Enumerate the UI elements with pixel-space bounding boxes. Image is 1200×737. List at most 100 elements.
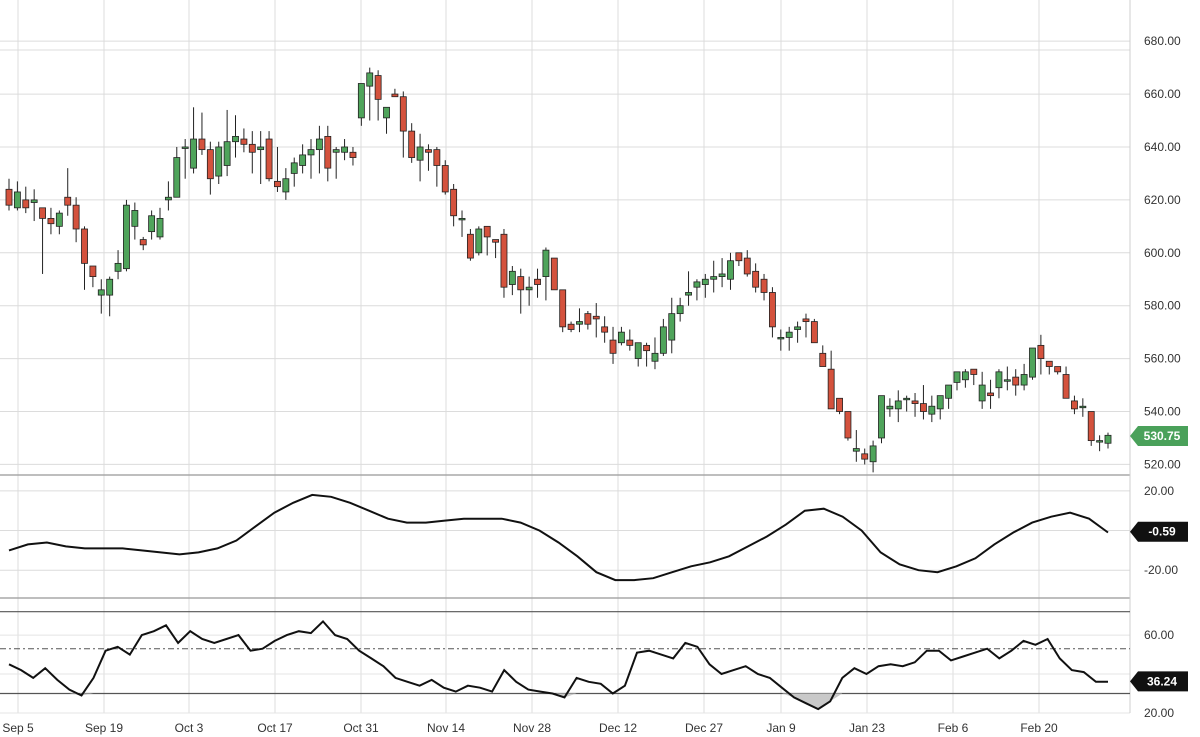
candle-body (760, 278, 768, 293)
candle-body (1020, 374, 1028, 386)
candle-body (1029, 347, 1036, 378)
candle-body (458, 218, 466, 221)
candle-body (332, 149, 340, 153)
candle-body (206, 149, 214, 180)
candle-body (961, 371, 969, 381)
candle-body (953, 371, 961, 383)
candle-body (55, 212, 63, 227)
x-tick-label: Jan 23 (849, 721, 885, 735)
oscillator-last-badge-text: -0.59 (1148, 525, 1176, 539)
candle-body (601, 326, 609, 333)
candle-body (173, 157, 181, 198)
candle-body (810, 321, 818, 344)
candle-body (819, 352, 827, 367)
x-tick-label: Feb 6 (938, 721, 969, 735)
candle-body (416, 146, 424, 161)
candle-body (651, 352, 659, 362)
candle-body (727, 260, 734, 280)
oscillator-panel (8, 493, 1109, 582)
candle-body (559, 289, 567, 328)
candle-body (911, 400, 919, 404)
oscillator-last-badge: -0.59 (1130, 521, 1188, 542)
candle-body (634, 342, 642, 360)
axes-labels: Sep 5 Sep 19 Oct 3 Oct 17 Oct 31 Nov 14 Nov 28… (2, 34, 1181, 735)
price-last-badge-text: 530.75 (1144, 429, 1181, 443)
candle-body (743, 257, 751, 275)
candle-body (47, 218, 55, 225)
y-tick-label: -20.00 (1144, 563, 1178, 577)
candle-body (1045, 360, 1053, 367)
candle-body (290, 162, 298, 174)
candle-body (324, 135, 332, 169)
candle-body (718, 273, 726, 277)
candle-body (1037, 344, 1045, 360)
candle-body (64, 196, 72, 206)
candle-body (794, 326, 802, 330)
y-tick-label: 620.00 (1144, 193, 1181, 207)
candle-body (659, 326, 667, 354)
candle-body (936, 395, 944, 410)
candle-body (735, 252, 743, 262)
y-tick-label: 660.00 (1144, 87, 1181, 101)
candle-body (22, 199, 30, 209)
candle-body (701, 278, 709, 285)
candle-body (836, 397, 843, 412)
candle-body (1096, 440, 1104, 443)
x-tick-label: Feb 20 (1020, 721, 1058, 735)
candle-body (274, 180, 281, 188)
candle-body (693, 281, 701, 288)
candle-body (139, 239, 147, 246)
x-tick-label: Oct 17 (257, 721, 293, 735)
candle-body (357, 83, 365, 119)
candle-body (777, 337, 785, 340)
candle-body (89, 265, 97, 277)
candle-body (81, 228, 88, 264)
candle-body (433, 149, 441, 166)
candle-body (315, 138, 323, 151)
candle-body (668, 313, 676, 341)
candle-body (592, 315, 600, 320)
candle-body (265, 138, 273, 180)
x-tick-label: Jan 9 (766, 721, 796, 735)
candle-body (1003, 379, 1011, 382)
candle-body (215, 146, 223, 177)
candle-body (534, 278, 541, 285)
price-last-badge: 530.75 (1130, 425, 1188, 446)
candle-body (769, 292, 776, 328)
candle-body (970, 368, 978, 375)
x-tick-label: Dec 12 (599, 721, 637, 735)
candle-body (450, 188, 458, 217)
y-tick-label: 20.00 (1144, 706, 1174, 720)
candle-body (282, 178, 290, 193)
candle-body (425, 149, 432, 153)
candle-body (1087, 411, 1095, 442)
rsi-line (8, 619, 1108, 711)
y-tick-label: 520.00 (1144, 457, 1181, 471)
y-tick-label: 580.00 (1144, 299, 1181, 313)
candle-body (248, 143, 256, 153)
candle-body (391, 93, 399, 98)
candle-body (500, 233, 508, 288)
candle-body (861, 453, 869, 460)
y-tick-label: 20.00 (1144, 484, 1174, 498)
candle-body (232, 135, 239, 143)
candle-body (1079, 405, 1087, 409)
candle-body (366, 72, 374, 87)
candle-body (72, 204, 80, 230)
candle-body (30, 199, 38, 203)
candle-body (106, 278, 114, 296)
candle-body (945, 384, 953, 399)
candle-body (584, 313, 592, 325)
x-tick-label: Nov 28 (513, 721, 551, 735)
candle-body (492, 239, 500, 243)
candle-body (609, 339, 617, 354)
x-tick-label: Oct 3 (175, 721, 204, 735)
candle-body (475, 228, 483, 254)
candle-body (995, 371, 1003, 389)
candle-body (752, 270, 760, 288)
candle-body (928, 405, 936, 415)
candle-body (148, 215, 156, 233)
rsi-last-badge-text: 36.24 (1147, 674, 1177, 688)
candle-body (676, 305, 684, 315)
candle-body (576, 321, 583, 325)
